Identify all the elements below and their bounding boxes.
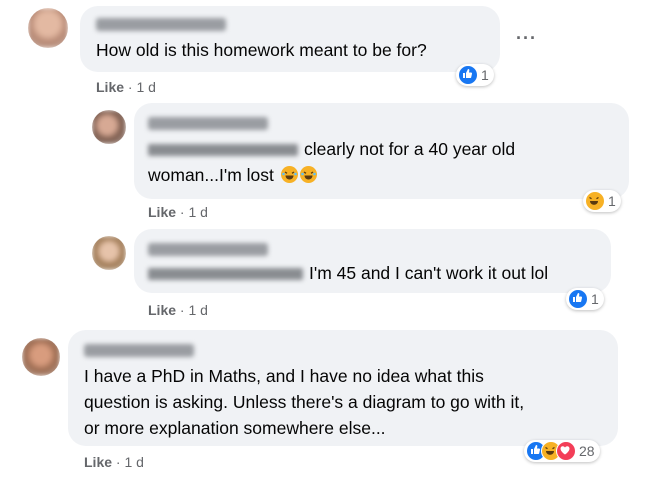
laughing-emoji-icon	[280, 166, 298, 183]
comment-text: How old is this homework meant to be for…	[96, 40, 427, 60]
author-name-redacted[interactable]	[148, 117, 268, 130]
avatar[interactable]	[22, 338, 60, 376]
reaction-summary[interactable]: 1	[583, 190, 621, 212]
redacted-mention	[148, 268, 303, 281]
reaction-summary[interactable]: 1	[566, 288, 604, 310]
comment-bubble: I have a PhD in Maths, and I have no ide…	[68, 330, 618, 446]
like-button[interactable]: Like	[148, 302, 176, 318]
comment-bubble: How old is this homework meant to be for…	[80, 6, 500, 72]
comment-text: I have a PhD in Maths, and I have no ide…	[84, 366, 484, 386]
love-reaction-icon	[556, 441, 576, 461]
reaction-summary[interactable]: 28	[524, 440, 600, 462]
comment-bubble: I'm 45 and I can't work it out lol	[134, 229, 611, 293]
timestamp[interactable]: · 1 d	[116, 454, 144, 470]
like-reaction-icon	[568, 289, 588, 309]
timestamp[interactable]: · 1 d	[180, 302, 208, 318]
like-button[interactable]: Like	[148, 204, 176, 220]
author-name-redacted[interactable]	[96, 18, 226, 31]
author-name-redacted[interactable]	[148, 243, 268, 256]
author-name-redacted[interactable]	[84, 344, 194, 357]
avatar[interactable]	[92, 236, 126, 270]
avatar[interactable]	[92, 110, 126, 144]
comment-text: woman...I'm lost	[148, 163, 317, 187]
like-reaction-icon	[458, 65, 478, 85]
comment-meta: Like · 1 d	[96, 79, 156, 95]
redacted-mention	[148, 144, 298, 157]
comment-meta: Like · 1 d	[148, 204, 208, 220]
comment-meta: Like · 1 d	[148, 302, 208, 318]
comment-text: I'm 45 and I can't work it out lol	[148, 261, 548, 285]
reaction-count: 1	[481, 67, 489, 83]
timestamp[interactable]: · 1 d	[180, 204, 208, 220]
like-button[interactable]: Like	[96, 79, 124, 95]
comment-text: or more explanation somewhere else...	[84, 418, 386, 438]
reaction-count: 1	[591, 291, 599, 307]
like-button[interactable]: Like	[84, 454, 112, 470]
comment-text: question is asking. Unless there's a dia…	[84, 392, 525, 412]
more-options-icon[interactable]: ···	[516, 28, 537, 49]
laughing-emoji-icon	[299, 166, 317, 183]
reaction-count: 28	[579, 443, 595, 459]
haha-reaction-icon	[585, 191, 605, 211]
comment-text: clearly not for a 40 year old	[148, 137, 515, 161]
comment-meta: Like · 1 d	[84, 454, 144, 470]
reaction-summary[interactable]: 1	[456, 64, 494, 86]
comment-bubble: clearly not for a 40 year old woman...I'…	[134, 103, 629, 199]
reaction-count: 1	[608, 193, 616, 209]
avatar[interactable]	[28, 8, 68, 48]
timestamp[interactable]: · 1 d	[128, 79, 156, 95]
